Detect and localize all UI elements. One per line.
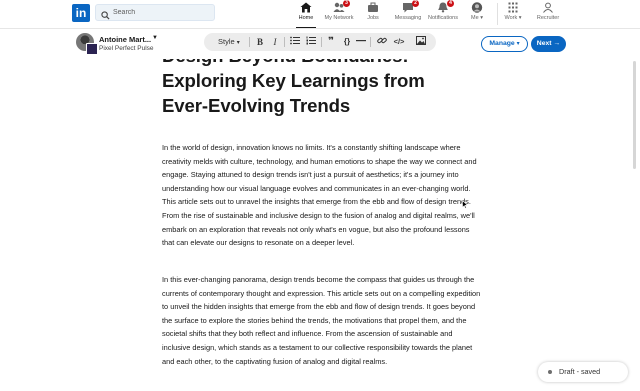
numbered-list-icon[interactable] — [305, 36, 317, 48]
article-editor[interactable]: Design Beyond Boundaries: Exploring Key … — [0, 59, 640, 391]
editor-toolbar: Antoine Mart... ▼ Pixel Perfect Pulse St… — [0, 29, 640, 59]
nav-divider — [497, 3, 498, 25]
scrollbar[interactable] — [633, 61, 636, 169]
nav-label-work: Work ▾ — [503, 15, 523, 21]
search-icon — [101, 7, 110, 25]
author-page-name: Pixel Perfect Pulse — [99, 45, 154, 52]
bold-icon[interactable]: B — [254, 36, 266, 48]
quote-icon[interactable]: ❞ — [325, 36, 337, 48]
nav-item-messaging[interactable]: 2 Messaging — [394, 0, 422, 26]
status-dot-icon — [548, 370, 552, 374]
page-avatar — [86, 43, 98, 55]
nav-label-me: Me ▾ — [469, 15, 485, 21]
network-badge: 3 — [343, 0, 350, 7]
search-input[interactable] — [113, 5, 209, 20]
next-label: Next — [536, 40, 552, 47]
nav-item-home[interactable]: Home — [296, 2, 316, 28]
code-block-icon[interactable]: {} — [341, 36, 353, 48]
nav-item-work[interactable]: Work ▾ — [503, 2, 523, 26]
toolbar-divider — [321, 37, 322, 47]
manage-button[interactable]: Manage ▾ — [481, 36, 528, 52]
linkedin-logo[interactable]: in — [72, 4, 90, 22]
nav-label-notifications: Notifications — [428, 15, 458, 21]
global-nav: in Home 3 My Network Jobs 2 Messaging — [0, 0, 640, 29]
mouse-cursor-icon — [462, 196, 469, 214]
grid-icon — [507, 2, 519, 13]
chevron-down-icon: ▾ — [518, 15, 522, 21]
briefcase-icon — [367, 2, 379, 13]
style-dropdown[interactable]: Style ▾ — [218, 37, 240, 46]
bell-icon: 4 — [437, 0, 454, 13]
author-dropdown-caret-icon[interactable]: ▼ — [152, 35, 158, 41]
image-icon[interactable] — [415, 36, 427, 48]
format-toolbar: Style ▾ B I ❞ {} </> — [204, 33, 436, 51]
draft-status-text: Draft - saved — [559, 367, 601, 376]
recruiter-icon — [542, 2, 554, 13]
nav-label-recruiter: Recruiter — [536, 15, 560, 21]
author-name[interactable]: Antoine Mart... — [99, 35, 151, 44]
nav-item-recruiter[interactable]: Recruiter — [536, 2, 560, 26]
nav-label-my-network: My Network — [324, 15, 354, 21]
chevron-down-icon: ▾ — [236, 40, 240, 46]
messaging-icon: 2 — [402, 0, 419, 13]
bulleted-list-icon[interactable] — [289, 36, 301, 48]
article-paragraph[interactable]: In this ever-changing panorama, design t… — [162, 273, 482, 368]
divider-icon[interactable] — [355, 36, 367, 48]
toolbar-divider — [249, 37, 250, 47]
draft-status-badge: Draft - saved — [538, 362, 628, 382]
nav-label-home: Home — [298, 15, 314, 21]
search-box[interactable] — [95, 4, 215, 21]
chevron-down-icon: ▾ — [516, 41, 520, 47]
nav-item-notifications[interactable]: 4 Notifications — [427, 0, 459, 26]
nav-item-jobs[interactable]: Jobs — [365, 2, 381, 26]
network-icon: 3 — [333, 0, 350, 13]
nav-item-me[interactable]: Me ▾ — [469, 2, 485, 26]
toolbar-divider — [284, 37, 285, 47]
avatar-icon — [471, 2, 483, 13]
manage-label: Manage — [489, 40, 515, 47]
messaging-badge: 2 — [412, 0, 419, 7]
notifications-badge: 4 — [447, 0, 454, 7]
link-icon[interactable] — [376, 36, 388, 48]
nav-item-my-network[interactable]: 3 My Network — [323, 0, 355, 26]
next-button[interactable]: Next → — [531, 36, 566, 52]
italic-icon[interactable]: I — [269, 36, 281, 48]
nav-label-messaging: Messaging — [394, 15, 422, 21]
article-paragraph[interactable]: In the world of design, innovation knows… — [162, 141, 482, 250]
nav-label-work-text: Work — [504, 15, 518, 21]
embed-code-icon[interactable]: </> — [393, 36, 405, 48]
style-label: Style — [218, 37, 235, 46]
article-title[interactable]: Design Beyond Boundaries: Exploring Key … — [162, 59, 462, 118]
toolbar-divider — [370, 37, 371, 47]
arrow-right-icon: → — [553, 40, 561, 47]
nav-label-me-text: Me — [471, 15, 479, 21]
home-icon — [300, 2, 312, 13]
chevron-down-icon: ▾ — [480, 15, 483, 21]
nav-label-jobs: Jobs — [367, 15, 379, 21]
